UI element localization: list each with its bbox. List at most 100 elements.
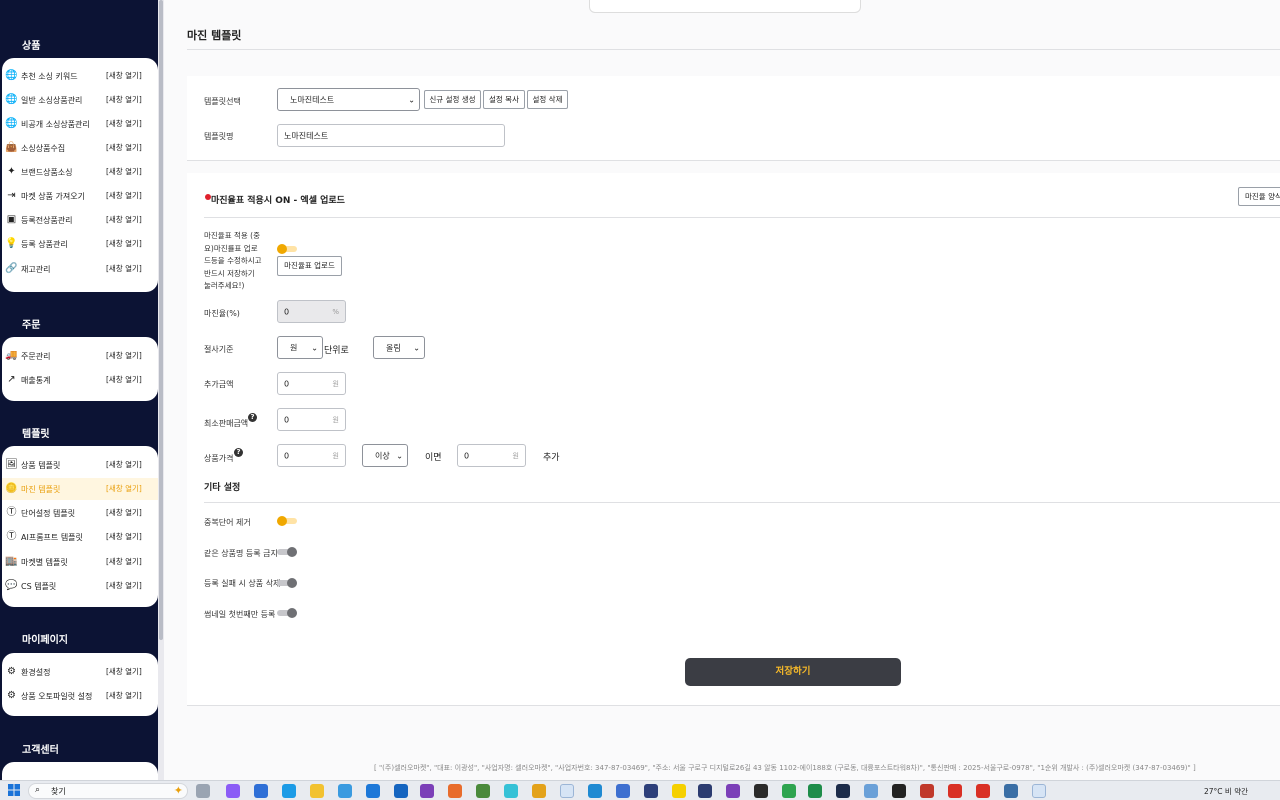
add-amount-input[interactable]: 0 원 [277,372,346,395]
file-explorer-icon[interactable] [310,784,324,798]
excel-icon[interactable] [808,784,822,798]
delete-on-fail-toggle[interactable] [277,578,297,588]
sidebar-scrollbar-thumb[interactable] [159,0,163,640]
first-thumbnail-toggle[interactable] [277,608,297,618]
app-icon[interactable] [504,784,518,798]
open-new-window-link[interactable]: [새창 열기] [106,118,142,129]
sidebar-item-sourcing-collect[interactable]: 👜 소싱상품수집 [새창 열기] [2,137,158,159]
copy-setting-button[interactable]: 설정 복사 [483,90,525,109]
new-setting-button[interactable]: 신규 설정 생성 [424,90,481,109]
chrome-icon[interactable] [560,784,574,798]
open-new-window-link[interactable]: [새창 열기] [106,263,142,274]
visual-studio-icon[interactable] [726,784,740,798]
template-select[interactable]: 노마진테스트 ⌄ [277,88,420,111]
app-icon[interactable] [864,784,878,798]
chevron-down-icon: ⌄ [413,343,420,352]
sidebar-item-brand-sourcing[interactable]: ✦ 브랜드상품소싱 [새창 열기] [2,161,158,183]
product-price-input[interactable]: 0 원 [277,444,346,467]
open-new-window-link[interactable]: [새창 열기] [106,94,142,105]
sidebar-item-market-template[interactable]: 🏬 마켓별 템플릿 [새창 열기] [2,551,158,573]
margin-rate-input[interactable]: 0 % [277,300,346,323]
app-icon[interactable] [698,784,712,798]
kakaotalk-icon[interactable] [672,784,686,798]
sidebar-item-label: CS 템플릿 [21,582,57,591]
task-view-icon[interactable] [196,784,210,798]
open-new-window-link[interactable]: [새창 열기] [106,374,142,385]
sidebar-item-registered-products[interactable]: 💡 등록 상품관리 [새창 열기] [2,233,158,255]
min-price-input[interactable]: 0 원 [277,408,346,431]
sidebar-item-margin-template[interactable]: 🪙 마진 템플릿 [새창 열기] [2,478,158,500]
sidebar-item-market-import[interactable]: ⇥ 마켓 상품 가져오기 [새창 열기] [2,185,158,207]
open-new-window-link[interactable]: [새창 열기] [106,166,142,177]
open-new-window-link[interactable]: [새창 열기] [106,507,142,518]
rounding-mode-select[interactable]: 올림 ⌄ [373,336,425,359]
sidebar-item-ai-prompt-template[interactable]: Ⓣ AI프롬프트 템플릿 [새창 열기] [2,526,158,548]
price-condition-select[interactable]: 이상 ⌄ [362,444,408,467]
sidebar-item-cs-template[interactable]: 💬 CS 템플릿 [새창 열기] [2,575,158,597]
app-icon[interactable] [616,784,630,798]
sidebar-item-pre-registration[interactable]: ▣ 등록전상품관리 [새창 열기] [2,209,158,231]
open-new-window-link[interactable]: [새창 열기] [106,459,142,470]
open-new-window-link[interactable]: [새창 열기] [106,214,142,225]
open-new-window-link[interactable]: [새창 열기] [106,142,142,153]
app-icon[interactable] [754,784,768,798]
sidebar-item-private-sourcing[interactable]: 🌐 비공개 소싱상품관리 [새창 열기] [2,113,158,135]
outlook-icon[interactable] [394,784,408,798]
app-icon[interactable] [1004,784,1018,798]
weather-widget[interactable]: 27°C 비 약간 [1204,786,1248,797]
open-new-window-link[interactable]: [새창 열기] [106,531,142,542]
rounding-unit-select[interactable]: 원 ⌄ [277,336,323,359]
vscode-icon[interactable] [588,784,602,798]
chrome-icon[interactable] [1032,784,1046,798]
sidebar-item-sales-stats[interactable]: ↗ 매출통계 [새창 열기] [2,369,158,391]
duplicate-words-toggle[interactable] [277,516,297,526]
sidebar-item-inventory[interactable]: 🔗 재고관리 [새창 열기] [2,258,158,280]
windows-start-icon[interactable] [8,784,20,796]
open-new-window-link[interactable]: [새창 열기] [106,238,142,249]
edge-icon[interactable] [282,784,296,798]
app-icon[interactable] [976,784,990,798]
app-icon[interactable] [836,784,850,798]
sidebar-item-general-sourcing[interactable]: 🌐 일반 소싱상품관리 [새창 열기] [2,89,158,111]
margin-table-upload-button[interactable]: 마진율표 업로드 [277,256,342,276]
save-button[interactable]: 저장하기 [685,658,901,686]
same-name-toggle[interactable] [277,547,297,557]
sidebar-item-recommend-keyword[interactable]: 🌐 추천 소싱 키워드 [새창 열기] [2,65,158,87]
help-icon[interactable]: ? [234,448,243,457]
app-icon[interactable] [644,784,658,798]
app-icon[interactable] [254,784,268,798]
sidebar-item-product-template[interactable]: 🖼 상품 템플릿 [새창 열기] [2,454,158,476]
copilot-icon[interactable] [226,784,240,798]
app-icon[interactable] [476,784,490,798]
open-new-window-link[interactable]: [새창 열기] [106,70,142,81]
terminal-icon[interactable] [892,784,906,798]
open-new-window-link[interactable]: [새창 열기] [106,580,142,591]
taskbar-search[interactable]: ⌕ 찾기 ✦ [28,783,188,799]
margin-sample-button[interactable]: 마진율 양식 [1238,187,1280,206]
app-icon[interactable] [532,784,546,798]
sidebar-item-orders[interactable]: 🚚 주문관리 [새창 열기] [2,345,158,367]
template-name-input[interactable]: 노마진테스트 [277,124,505,147]
open-new-window-link[interactable]: [새창 열기] [106,350,142,361]
import-icon: ⇥ [7,190,16,201]
store-icon[interactable] [338,784,352,798]
help-icon[interactable]: ? [248,413,257,422]
visual-studio-icon[interactable] [420,784,434,798]
open-new-window-link[interactable]: [새창 열기] [106,483,142,494]
open-new-window-link[interactable]: [새창 열기] [106,690,142,701]
delete-setting-button[interactable]: 설정 삭제 [527,90,568,109]
edge-legacy-icon[interactable] [366,784,380,798]
margin-table-toggle[interactable] [277,244,297,254]
sidebar-item-word-template[interactable]: Ⓣ 단어설정 템플릿 [새창 열기] [2,502,158,524]
sidebar-item-autopilot[interactable]: ⚙ 상품 오토파일럿 설정 [새창 열기] [2,685,158,707]
open-new-window-link[interactable]: [새창 열기] [106,190,142,201]
app-icon[interactable] [920,784,934,798]
extra-amount-input[interactable]: 0 원 [457,444,526,467]
sidebar-item-settings[interactable]: ⚙ 환경설정 [새창 열기] [2,661,158,683]
app-icon[interactable] [782,784,796,798]
chat-icon: 💬 [5,580,18,591]
open-new-window-link[interactable]: [새창 열기] [106,556,142,567]
app-icon[interactable] [948,784,962,798]
app-icon[interactable] [448,784,462,798]
open-new-window-link[interactable]: [새창 열기] [106,666,142,677]
